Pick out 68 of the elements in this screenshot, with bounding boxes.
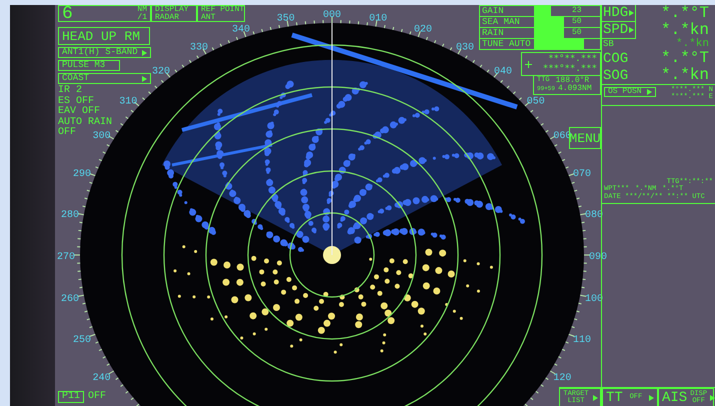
setting-text: EAV OFF xyxy=(58,107,100,117)
gain-control-label: SEA MAN xyxy=(481,18,521,26)
bearing-label: 020 xyxy=(414,24,432,36)
submenu-arrow-icon xyxy=(710,394,715,400)
nav-data-label: SB xyxy=(602,39,615,50)
bearing-label: 260 xyxy=(61,294,80,306)
cursor-range: 4.093NM xyxy=(558,85,592,94)
submenu-arrow-icon xyxy=(142,76,147,82)
submenu-arrow-icon xyxy=(142,50,147,56)
nav-data-button[interactable]: HDG xyxy=(602,5,636,22)
bearing-label: 110 xyxy=(572,334,591,346)
submenu-arrow-icon xyxy=(647,89,652,95)
bearing-label: 120 xyxy=(553,373,572,384)
bearing-label: 240 xyxy=(92,373,111,384)
submenu-arrow-icon xyxy=(593,394,598,400)
gain-value: 50 xyxy=(572,29,582,37)
nav-data-value: *.*kn xyxy=(660,22,709,39)
bearing-label: 030 xyxy=(456,42,474,54)
setting-text: ES OFF xyxy=(58,96,94,106)
gain-control-label: GAIN xyxy=(481,6,505,16)
nav-data-button[interactable]: SPD xyxy=(602,22,636,39)
bearing-label: 320 xyxy=(152,66,170,78)
display-mode-button[interactable]: DISPLAY RADAR xyxy=(151,5,197,22)
setting-text: IR 2 xyxy=(58,86,82,96)
bearing-label: 340 xyxy=(232,24,250,36)
cursor-latitude: **°**.*** xyxy=(548,54,597,64)
submenu-arrow-icon xyxy=(649,394,654,400)
gain-control-label: RAIN xyxy=(481,28,505,38)
gain-slider[interactable]: 23 xyxy=(534,6,600,16)
bearing-label: 270 xyxy=(57,252,75,263)
bearing-label: 350 xyxy=(276,14,295,25)
bearing-label: 040 xyxy=(494,66,512,78)
bearing-label: 280 xyxy=(61,210,80,221)
setting-label: AUTO RAIN xyxy=(58,118,112,128)
bearing-label: 300 xyxy=(92,131,111,142)
nav-data-label: COG xyxy=(602,50,630,67)
cursor-cross-icon xyxy=(525,60,532,68)
menu-item[interactable]: COAST xyxy=(58,73,151,84)
cursor-bearing: 188.0°R xyxy=(556,76,590,85)
gain-slider[interactable]: 50 xyxy=(534,17,600,27)
bearing-label: 050 xyxy=(526,96,545,108)
bearing-label: 010 xyxy=(369,14,388,25)
gain-control-label: TUNE AUTO xyxy=(481,40,532,48)
bearing-label: 000 xyxy=(323,10,341,21)
ref-point-button[interactable]: REF POINT ANT xyxy=(197,5,245,22)
submenu-arrow-icon xyxy=(629,27,634,33)
bearing-label: 290 xyxy=(73,169,92,180)
nav-data-value: *.*°T xyxy=(660,50,709,67)
bearing-label: 250 xyxy=(73,334,92,346)
setting-value: OFF xyxy=(58,128,76,138)
nav-data-value: *.*°T xyxy=(660,5,709,22)
menu-item[interactable]: ANT1(H) S-BAND xyxy=(58,47,151,58)
gain-slider[interactable]: 50 xyxy=(534,28,600,38)
nav-data-label: SOG xyxy=(602,67,630,84)
menu-item[interactable]: PULSE M3 xyxy=(58,60,120,71)
gain-value: 23 xyxy=(572,7,582,15)
cursor-longitude: ***°**.*** xyxy=(542,64,597,74)
submenu-arrow-icon xyxy=(629,10,634,16)
nav-data-value: *.*kn xyxy=(676,38,709,50)
bearing-label: 310 xyxy=(119,96,138,108)
gain-value: 50 xyxy=(572,18,582,26)
bearing-label: 330 xyxy=(190,42,208,54)
nav-data-value: *.*kn xyxy=(660,66,709,84)
p11-status: OFF xyxy=(88,392,106,402)
bearing-label: 070 xyxy=(572,169,591,180)
menu-button[interactable]: MENU xyxy=(569,127,601,149)
range-selector[interactable]: 6 NM /1 xyxy=(58,5,151,22)
orientation-mode-button[interactable]: HEAD UP RM xyxy=(58,27,150,45)
